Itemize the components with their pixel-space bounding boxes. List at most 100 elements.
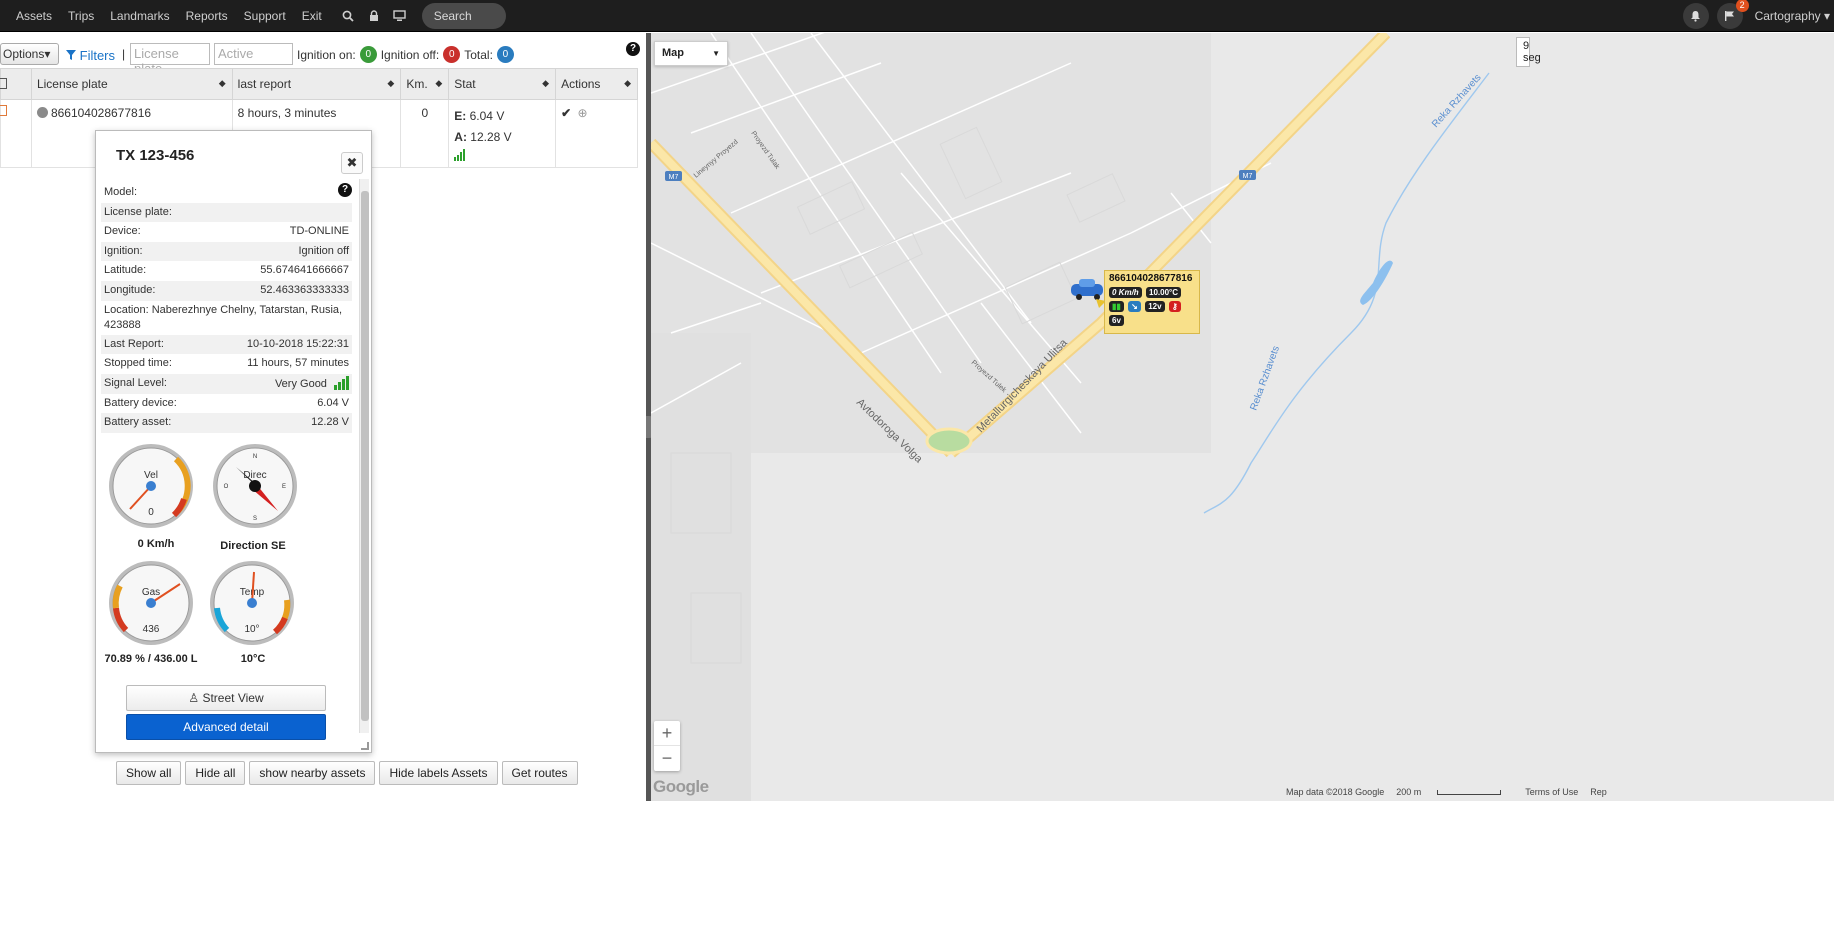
report-link[interactable]: Rep [1590, 787, 1607, 797]
svg-text:436: 436 [143, 624, 160, 635]
temperature-gauge: Temp 10° [210, 561, 294, 645]
advanced-detail-button[interactable]: Advanced detail [126, 714, 326, 740]
monitor-icon[interactable] [392, 8, 408, 24]
person-icon: ♙ [188, 691, 200, 705]
license-plate-filter[interactable]: License plate [130, 43, 210, 76]
row-stat: E: 6.04 V A: 12.28 V [448, 99, 557, 168]
svg-text:10°: 10° [244, 624, 259, 635]
locate-icon[interactable]: ⊕ [577, 106, 587, 120]
speed-chip: 0 Km/h [1109, 287, 1142, 298]
svg-text:Gas: Gas [142, 587, 160, 598]
assets-panel: Options▾ Filters | License plate Active … [0, 33, 646, 952]
caret-down-icon: ▼ [712, 49, 720, 58]
svg-text:N: N [253, 454, 257, 460]
svg-text:Vel: Vel [144, 470, 158, 481]
alerts-count-badge: 2 [1735, 0, 1749, 12]
nav-reports[interactable]: Reports [186, 9, 228, 23]
row-actions: ✔ ⊕ [555, 99, 638, 168]
google-logo: Google [653, 777, 709, 796]
map-view[interactable]: Avtodoroga Volga Metallurgicheskaya Ulit… [651, 33, 1834, 801]
detail-row-location: Location: Naberezhnye Chelny, Tatarstan,… [104, 303, 343, 331]
ignition-on-count: 0 [359, 46, 377, 63]
filters-button[interactable]: Filters [66, 48, 115, 63]
vehicle-label[interactable]: 866104028677816 0 Km/h 10.00°C ▮▮ ↘ 12v … [1104, 270, 1200, 334]
detail-row-plate: License plate: [101, 202, 352, 223]
total-count: 0 [496, 46, 514, 63]
show-all-button[interactable]: Show all [116, 761, 182, 785]
street-view-button[interactable]: ♙ Street View [126, 685, 326, 711]
gas-gauge: Gas 436 [109, 561, 193, 645]
notifications-button[interactable] [1682, 3, 1709, 29]
toolbar-separator: | [122, 47, 126, 61]
direction-chip-icon: ↘ [1128, 301, 1141, 312]
map-canvas[interactable]: Avtodoroga Volga Metallurgicheskaya Ulit… [651, 33, 1834, 801]
detail-row-ignition: Ignition: Ignition off [101, 241, 352, 262]
lock-icon[interactable] [366, 8, 382, 24]
search-input[interactable]: Search [421, 3, 506, 29]
detail-row-last-report: Last Report: 10-10-2018 15:22:31 [101, 334, 352, 355]
ignition-counts: Ignition on: 0 Ignition off: 0 Total: 0 [297, 46, 518, 63]
close-icon[interactable]: ✖ [341, 152, 363, 174]
status-filter[interactable]: Active [214, 43, 293, 65]
popup-title: TX 123-456 [116, 147, 195, 164]
popup-scrollbar[interactable] [359, 179, 369, 733]
nav-assets[interactable]: Assets [16, 9, 52, 23]
direction-caption: Direction SE [220, 540, 286, 552]
get-routes-button[interactable]: Get routes [501, 761, 578, 785]
zoom-out-button[interactable]: − [654, 746, 680, 771]
zoom-control: + − [654, 721, 680, 771]
detail-row-signal: Signal Level: Very Good [101, 373, 352, 394]
battery-asset-chip: 12v [1145, 301, 1165, 312]
ignition-on-label: Ignition on: [297, 47, 356, 62]
battery-device-chip: 6v [1109, 315, 1124, 326]
nav-support[interactable]: Support [244, 9, 286, 23]
column-header-last-report[interactable]: last report ◆ [231, 68, 402, 100]
column-header-km[interactable]: Km. ◆ [400, 68, 450, 100]
svg-text:M7: M7 [669, 174, 679, 181]
search-icon[interactable] [340, 8, 356, 24]
svg-text:O: O [224, 484, 229, 490]
help-icon[interactable]: ? [626, 42, 640, 56]
detail-row-stopped-time: Stopped time: 11 hours, 57 minutes [104, 357, 349, 370]
map-attribution: Map data ©2018 Google 200 m Terms of Use… [1286, 787, 1607, 797]
row-km: 0 [400, 99, 450, 168]
resize-handle[interactable] [361, 742, 369, 750]
nav-trips[interactable]: Trips [68, 9, 94, 23]
column-header-actions[interactable]: Actions ◆ [555, 68, 638, 100]
bottom-toolbar: Show all Hide all show nearby assets Hid… [116, 761, 582, 785]
bell-icon [1691, 11, 1701, 22]
column-header-plate[interactable]: License plate ◆ [30, 68, 233, 100]
detail-row-model: Model: [104, 186, 138, 198]
terms-link[interactable]: Terms of Use [1525, 787, 1578, 797]
map-type-select[interactable]: Map ▼ [654, 41, 728, 66]
signal-bars-icon [454, 148, 550, 161]
top-navbar: Assets Trips Landmarks Reports Support E… [0, 0, 1834, 32]
svg-text:0: 0 [148, 507, 154, 518]
flag-icon [1725, 11, 1735, 21]
ignition-off-label: Ignition off: [380, 47, 440, 62]
signal-chip-icon: ▮▮ [1109, 301, 1124, 312]
row-checkbox[interactable] [0, 99, 32, 168]
zoom-in-button[interactable]: + [654, 721, 680, 746]
scale-bar: 200 m [1396, 787, 1513, 797]
assets-toolbar: Options▾ Filters | License plate Active … [0, 39, 646, 76]
alerts-button[interactable]: 2 [1716, 0, 1749, 29]
detail-row-battery-device: Battery device: 6.04 V [104, 396, 349, 409]
check-icon[interactable]: ✔ [561, 106, 571, 120]
show-nearby-assets-button[interactable]: show nearby assets [249, 761, 376, 785]
column-header-stat[interactable]: Stat ◆ [448, 68, 557, 100]
hide-labels-button[interactable]: Hide labels Assets [379, 761, 498, 785]
select-all-checkbox-header[interactable] [0, 68, 32, 100]
hide-all-button[interactable]: Hide all [185, 761, 246, 785]
nav-landmarks[interactable]: Landmarks [110, 9, 169, 23]
signal-bars-icon [334, 375, 349, 390]
asset-detail-popup: TX 123-456 ✖ ? Model: License plate: Dev… [95, 130, 372, 753]
nav-exit[interactable]: Exit [302, 9, 322, 23]
filter-icon [66, 50, 76, 60]
options-button[interactable]: Options▾ [0, 43, 60, 65]
refresh-timer: 9 seg [1516, 37, 1541, 67]
svg-text:E: E [282, 484, 286, 490]
ignition-key-icon: ⚷ [1168, 301, 1181, 312]
user-menu[interactable]: Cartography ▾ [1755, 9, 1830, 23]
detail-row-device: Device: TD-ONLINE [104, 225, 349, 238]
